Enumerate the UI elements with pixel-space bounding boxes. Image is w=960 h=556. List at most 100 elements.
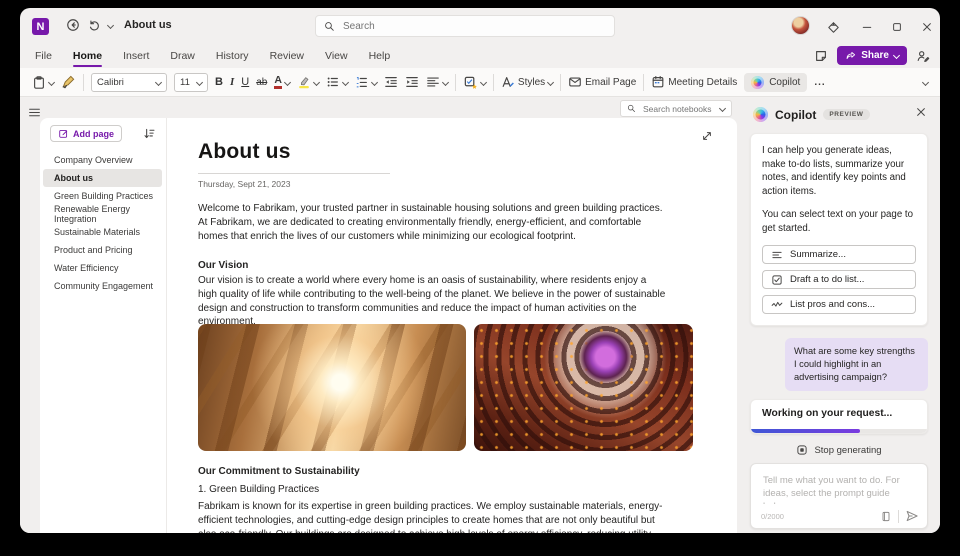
- increase-indent-button[interactable]: [405, 75, 419, 89]
- copilot-title: Copilot: [775, 108, 816, 122]
- practice-subheading: 1. Green Building Practices: [198, 484, 319, 495]
- copilot-ribbon-label: Copilot: [769, 77, 800, 88]
- styles-chevron-down-icon: [547, 78, 554, 85]
- copilot-close-icon[interactable]: [915, 106, 927, 118]
- page-image-spiral-atrium[interactable]: [474, 324, 693, 451]
- font-size-dropdown[interactable]: 11: [174, 73, 208, 92]
- sort-pages-icon[interactable]: [143, 127, 156, 140]
- alignment-button[interactable]: [426, 75, 448, 89]
- share-button[interactable]: Share: [837, 46, 907, 65]
- ribbon-collapse-chevron-icon[interactable]: [922, 78, 929, 85]
- strikethrough-button[interactable]: ab: [256, 77, 267, 88]
- copilot-preview-badge: PREVIEW: [823, 109, 869, 120]
- suggestion-summarize-label: Summarize...: [790, 248, 846, 262]
- font-name-value: Calibri: [97, 77, 124, 88]
- underline-button[interactable]: U: [241, 76, 249, 88]
- menu-draw[interactable]: Draw: [169, 48, 196, 64]
- quick-access-chevron-down-icon[interactable]: [107, 22, 114, 29]
- copilot-intro-line1: I can help you generate ideas, make to-d…: [762, 144, 916, 198]
- font-color-button[interactable]: A: [274, 75, 290, 89]
- notebook-search-box[interactable]: [620, 100, 732, 117]
- page-item-company-overview[interactable]: Company Overview: [43, 151, 162, 169]
- bullet-list-button[interactable]: [326, 75, 348, 89]
- menu-help[interactable]: Help: [368, 48, 392, 64]
- working-status-card: Working on your request...: [750, 399, 928, 434]
- copilot-intro-line2: You can select text on your page to get …: [762, 208, 916, 235]
- page-item-sustainable-materials[interactable]: Sustainable Materials: [43, 223, 162, 241]
- page-item-renewable-energy-integration[interactable]: Renewable Energy Integration: [43, 205, 162, 223]
- font-name-dropdown[interactable]: Calibri: [91, 73, 167, 92]
- menu-insert[interactable]: Insert: [122, 48, 150, 64]
- suggestion-pros-cons-label: List pros and cons...: [790, 298, 875, 312]
- notebook-search-icon: [627, 104, 636, 113]
- font-size-chevron-down-icon: [196, 78, 203, 85]
- hamburger-menu-icon[interactable]: [28, 106, 41, 119]
- format-painter-icon[interactable]: [61, 75, 76, 90]
- search-input[interactable]: [341, 20, 606, 33]
- prompt-guide-icon[interactable]: [880, 510, 892, 523]
- vision-heading: Our Vision: [198, 260, 248, 271]
- page-item-about-us[interactable]: About us: [43, 169, 162, 187]
- suggestion-summarize[interactable]: Summarize...: [762, 245, 916, 264]
- styles-label: Styles: [518, 77, 545, 88]
- page-item-water-efficiency[interactable]: Water Efficiency: [43, 259, 162, 277]
- page-canvas[interactable]: About us Thursday, Sept 21, 2023 Welcome…: [167, 118, 737, 533]
- people-pen-icon[interactable]: [916, 49, 930, 63]
- add-page-button[interactable]: Add page: [50, 125, 122, 142]
- menu-file[interactable]: File: [34, 48, 53, 64]
- notebook-search-input[interactable]: [641, 103, 715, 115]
- tag-chevron-down-icon: [480, 78, 487, 85]
- page-list: Company Overview About us Green Building…: [43, 151, 162, 295]
- suggestion-todo-list[interactable]: Draft a to do list...: [762, 270, 916, 289]
- copilot-ribbon-button[interactable]: Copilot: [744, 73, 807, 92]
- numbered-list-button[interactable]: [355, 75, 377, 89]
- page-list-panel: Add page Company Overview About us Green…: [40, 118, 167, 533]
- menu-history[interactable]: History: [215, 48, 250, 64]
- suggestion-pros-cons[interactable]: List pros and cons...: [762, 295, 916, 314]
- undo-icon[interactable]: [87, 18, 101, 32]
- feedback-diamond-icon[interactable]: [822, 17, 844, 37]
- page-image-timber-interior[interactable]: [198, 324, 466, 451]
- minimize-icon[interactable]: [856, 17, 878, 37]
- close-icon[interactable]: [916, 17, 938, 37]
- menu-review[interactable]: Review: [269, 48, 305, 64]
- bold-button[interactable]: B: [215, 76, 223, 88]
- page-item-green-building-practices[interactable]: Green Building Practices: [43, 187, 162, 205]
- email-page-button[interactable]: Email Page: [568, 75, 636, 89]
- page-image-row: [198, 324, 693, 451]
- content-area: Add page Company Overview About us Green…: [20, 98, 940, 533]
- stop-generating-label: Stop generating: [814, 445, 881, 456]
- send-icon[interactable]: [905, 509, 919, 523]
- meeting-details-button[interactable]: Meeting Details: [651, 75, 737, 89]
- paste-chevron-down-icon: [48, 78, 55, 85]
- page-item-product-and-pricing[interactable]: Product and Pricing: [43, 241, 162, 259]
- progress-bar: [751, 429, 927, 433]
- notebook-search-chevron-icon: [719, 105, 726, 112]
- avatar[interactable]: [791, 16, 810, 35]
- expand-page-icon[interactable]: [701, 130, 713, 142]
- tag-button[interactable]: [463, 75, 486, 90]
- styles-button[interactable]: Styles: [501, 75, 553, 89]
- search-box[interactable]: [315, 15, 615, 37]
- copilot-input[interactable]: [761, 472, 919, 504]
- menu-home[interactable]: Home: [72, 48, 103, 64]
- copilot-icon: [751, 76, 764, 89]
- back-icon[interactable]: [66, 18, 80, 32]
- bullet-list-chevron-down-icon: [342, 78, 349, 85]
- maximize-icon[interactable]: [886, 17, 908, 37]
- highlighter-button[interactable]: [297, 75, 319, 89]
- decrease-indent-button[interactable]: [384, 75, 398, 89]
- ribbon-overflow-button[interactable]: ...: [814, 77, 825, 88]
- italic-button[interactable]: I: [230, 76, 234, 88]
- search-icon: [324, 21, 335, 32]
- page-intro-paragraph: Welcome to Fabrikam, your trusted partne…: [198, 202, 666, 243]
- font-color-glyph: A: [274, 75, 282, 89]
- page-title: About us: [198, 140, 291, 164]
- sticky-note-icon[interactable]: [814, 49, 828, 63]
- stop-generating-button[interactable]: Stop generating: [750, 444, 928, 456]
- copilot-input-card[interactable]: 0/2000: [750, 463, 928, 529]
- page-item-community-engagement[interactable]: Community Engagement: [43, 277, 162, 295]
- menu-view[interactable]: View: [324, 48, 349, 64]
- copilot-icon: [753, 107, 768, 122]
- paste-button[interactable]: [32, 75, 54, 90]
